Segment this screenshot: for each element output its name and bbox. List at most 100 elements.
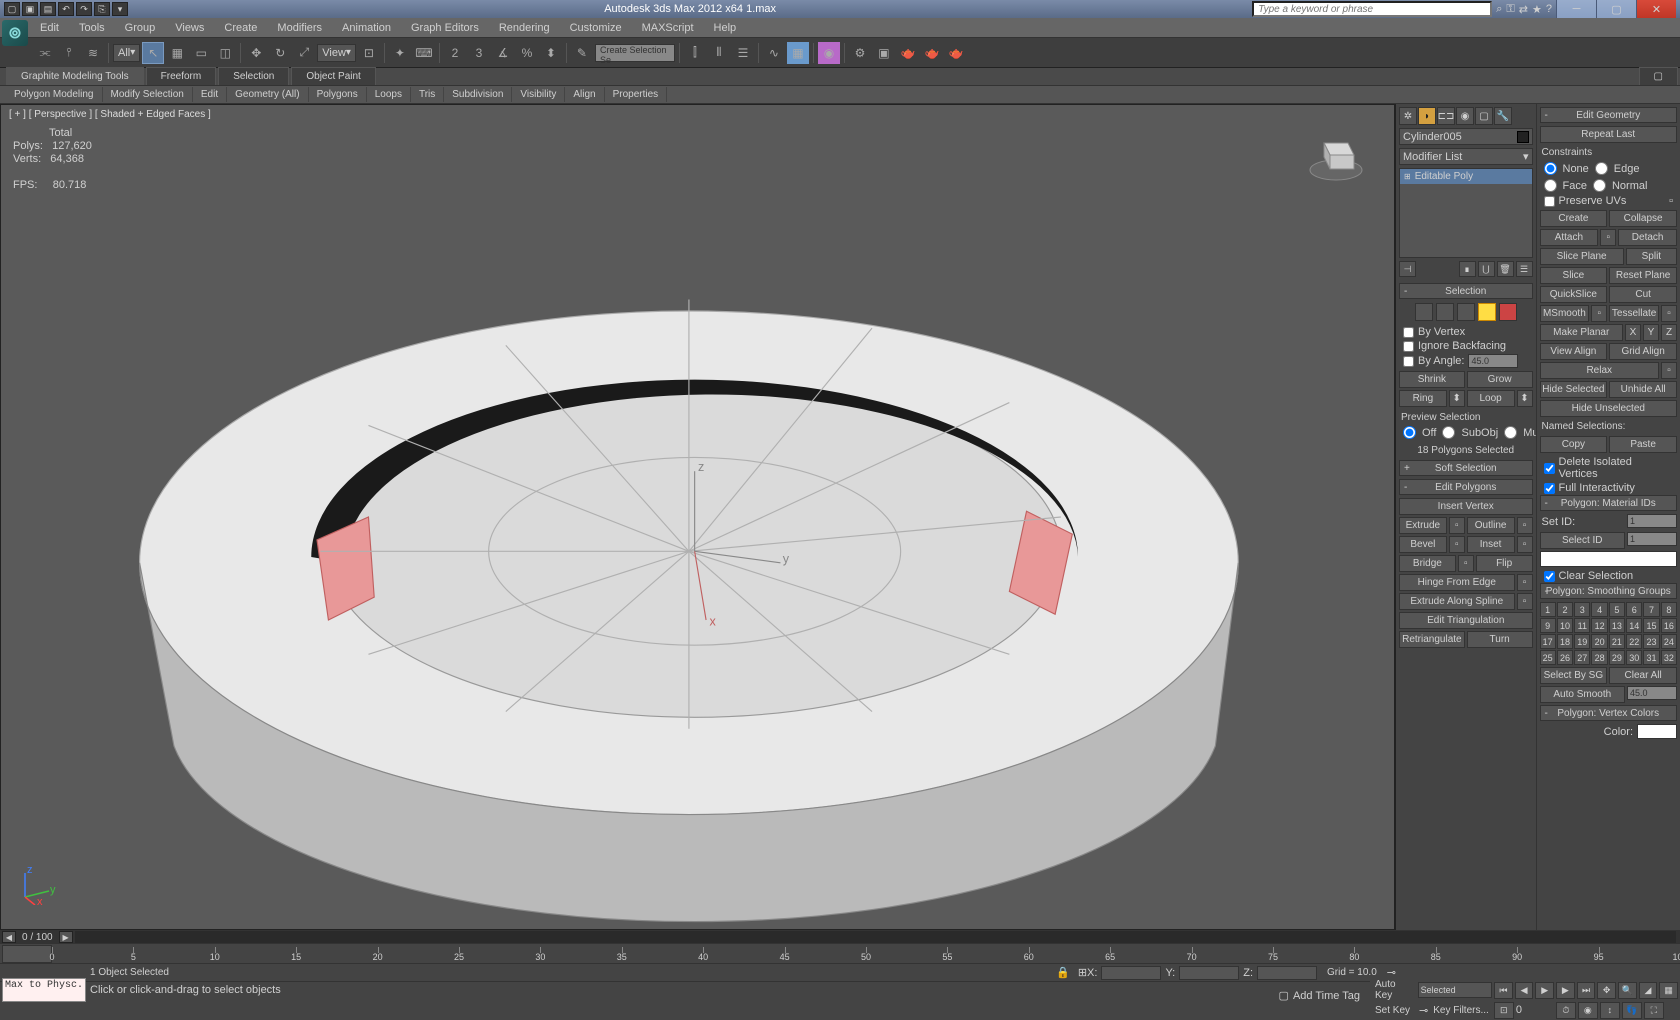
panel-geometry-all[interactable]: Geometry (All) <box>227 87 308 102</box>
edit-triangulation-button[interactable]: Edit Triangulation <box>1399 612 1533 629</box>
render-setup-icon[interactable]: ⚙ <box>849 42 871 64</box>
smoothing-group-23[interactable]: 23 <box>1643 634 1659 649</box>
ref-coord-dropdown[interactable]: View ▾ <box>317 44 356 62</box>
vertex-subobj-icon[interactable] <box>1415 303 1433 321</box>
menu-create[interactable]: Create <box>214 19 267 37</box>
extrude-spline-button[interactable]: Extrude Along Spline <box>1399 593 1515 610</box>
timeline[interactable]: 0510152025303540455055606570758085909510… <box>0 944 1680 964</box>
smoothing-group-21[interactable]: 21 <box>1609 634 1625 649</box>
auto-smooth-spinner[interactable]: 45.0 <box>1627 686 1677 700</box>
smoothing-group-17[interactable]: 17 <box>1540 634 1556 649</box>
hierarchy-panel-icon[interactable]: ⊏⊐ <box>1437 107 1455 125</box>
rotate-tool-icon[interactable]: ↻ <box>269 42 291 64</box>
smoothing-group-4[interactable]: 4 <box>1591 602 1607 617</box>
menu-group[interactable]: Group <box>115 19 166 37</box>
inset-button[interactable]: Inset <box>1467 536 1515 553</box>
ring-button[interactable]: Ring <box>1399 390 1447 407</box>
ignore-backfacing-checkbox[interactable] <box>1403 341 1414 352</box>
keyed-tracks-dropdown[interactable]: Selected <box>1418 982 1492 998</box>
smoothing-group-25[interactable]: 25 <box>1540 650 1556 665</box>
border-subobj-icon[interactable] <box>1457 303 1475 321</box>
unlink-tool-icon[interactable]: ⫯ <box>58 42 80 64</box>
pivot-icon[interactable]: ⊡ <box>358 42 380 64</box>
tab-object-paint[interactable]: Object Paint <box>291 67 375 85</box>
bridge-button[interactable]: Bridge <box>1399 555 1456 572</box>
extrude-settings-icon[interactable]: ▫ <box>1449 517 1465 534</box>
bind-space-warp-icon[interactable]: ≋ <box>82 42 104 64</box>
smoothing-group-11[interactable]: 11 <box>1574 618 1590 633</box>
element-subobj-icon[interactable] <box>1499 303 1517 321</box>
nav-pan-icon[interactable]: ✥ <box>1597 982 1616 999</box>
planar-y-button[interactable]: Y <box>1643 324 1659 341</box>
modifier-editable-poly[interactable]: Editable Poly <box>1400 169 1532 184</box>
menu-tools[interactable]: Tools <box>69 19 115 37</box>
panel-polygons[interactable]: Polygons <box>309 87 367 102</box>
ring-spinner-icon[interactable]: ⬍ <box>1449 390 1465 407</box>
auto-smooth-button[interactable]: Auto Smooth <box>1540 686 1626 703</box>
preserve-uvs-settings-icon[interactable]: ▫ <box>1669 195 1673 207</box>
auto-key-button[interactable]: Auto Key <box>1372 979 1416 1001</box>
by-angle-spinner[interactable]: 45.0 <box>1468 354 1518 368</box>
menu-modifiers[interactable]: Modifiers <box>267 19 332 37</box>
binoculars-icon[interactable]: ⌕ <box>1496 3 1502 16</box>
vertex-color-swatch[interactable] <box>1637 724 1677 739</box>
smoothing-group-30[interactable]: 30 <box>1626 650 1642 665</box>
pin-stack-icon[interactable]: ⊣ <box>1399 261 1416 277</box>
smoothing-group-9[interactable]: 9 <box>1540 618 1556 633</box>
select-id-button[interactable]: Select ID <box>1540 532 1626 549</box>
view-cube[interactable] <box>1306 125 1366 185</box>
manipulate-icon[interactable]: ✦ <box>389 42 411 64</box>
menu-maxscript[interactable]: MAXScript <box>632 19 704 37</box>
panel-subdivision[interactable]: Subdivision <box>444 87 512 102</box>
nav-region-icon[interactable]: ▦ <box>1659 982 1678 999</box>
spinner-snap-icon[interactable]: ⬍ <box>540 42 562 64</box>
set-id-spinner[interactable]: 1 <box>1627 514 1677 528</box>
percent-snap-icon[interactable]: % <box>516 42 538 64</box>
named-sel-field[interactable]: Create Selection Se <box>595 44 675 62</box>
layers-icon[interactable]: ☰ <box>732 42 754 64</box>
hscroll-track[interactable] <box>75 931 1676 943</box>
nav-dolly-icon[interactable]: ↕ <box>1600 1002 1620 1019</box>
smoothing-group-5[interactable]: 5 <box>1609 602 1625 617</box>
key-mode-icon[interactable]: ⊡ <box>1494 1002 1514 1019</box>
display-panel-icon[interactable]: ▢ <box>1475 107 1493 125</box>
constraint-face-radio[interactable] <box>1544 179 1557 192</box>
link-icon[interactable]: ⎘ <box>94 2 110 16</box>
smoothing-group-10[interactable]: 10 <box>1557 618 1573 633</box>
utilities-panel-icon[interactable]: 🔧 <box>1494 107 1512 125</box>
hscroll-right-icon[interactable]: ▶ <box>59 931 73 943</box>
nav-orbit-icon[interactable]: ◉ <box>1578 1002 1598 1019</box>
select-by-sg-button[interactable]: Select By SG <box>1540 667 1608 684</box>
delete-isolated-checkbox[interactable] <box>1544 463 1555 474</box>
rollout-vertex-colors[interactable]: Polygon: Vertex Colors <box>1540 705 1678 721</box>
tessellate-settings-icon[interactable]: ▫ <box>1661 305 1677 322</box>
current-frame-field[interactable]: 0 <box>1516 1004 1554 1016</box>
panel-visibility[interactable]: Visibility <box>512 87 565 102</box>
relax-button[interactable]: Relax <box>1540 362 1660 379</box>
constraint-none-radio[interactable] <box>1544 162 1557 175</box>
timeline-slider[interactable] <box>2 945 52 963</box>
smoothing-group-13[interactable]: 13 <box>1609 618 1625 633</box>
grid-align-button[interactable]: Grid Align <box>1609 343 1677 360</box>
quickslice-button[interactable]: QuickSlice <box>1540 286 1608 303</box>
full-interactivity-checkbox[interactable] <box>1544 483 1555 494</box>
edit-named-sel-icon[interactable]: ✎ <box>571 42 593 64</box>
viewport[interactable]: [ + ] [ Perspective ] [ Shaded + Edged F… <box>0 104 1395 930</box>
hide-unselected-button[interactable]: Hide Unselected <box>1540 400 1678 417</box>
next-frame-icon[interactable]: ▶ <box>1556 982 1575 999</box>
smoothing-group-3[interactable]: 3 <box>1574 602 1590 617</box>
select-rect-icon[interactable]: ▭ <box>190 42 212 64</box>
collapse-button[interactable]: Collapse <box>1609 210 1677 227</box>
smoothing-group-19[interactable]: 19 <box>1574 634 1590 649</box>
select-id-spinner[interactable]: 1 <box>1627 532 1677 546</box>
nav-maxview-icon[interactable]: ⛶ <box>1644 1002 1664 1019</box>
goto-start-icon[interactable]: ⏮ <box>1494 982 1513 999</box>
keyboard-shortcut-icon[interactable]: ⌨ <box>413 42 435 64</box>
modifier-stack[interactable]: Editable Poly <box>1399 168 1533 258</box>
panel-edit[interactable]: Edit <box>193 87 227 102</box>
turn-button[interactable]: Turn <box>1467 631 1533 648</box>
angle-snap-icon[interactable]: ∡ <box>492 42 514 64</box>
z-coord-field[interactable] <box>1257 966 1317 980</box>
nav-walk-icon[interactable]: 👣 <box>1622 1002 1642 1019</box>
render-prod-icon[interactable]: 🫖 <box>897 42 919 64</box>
